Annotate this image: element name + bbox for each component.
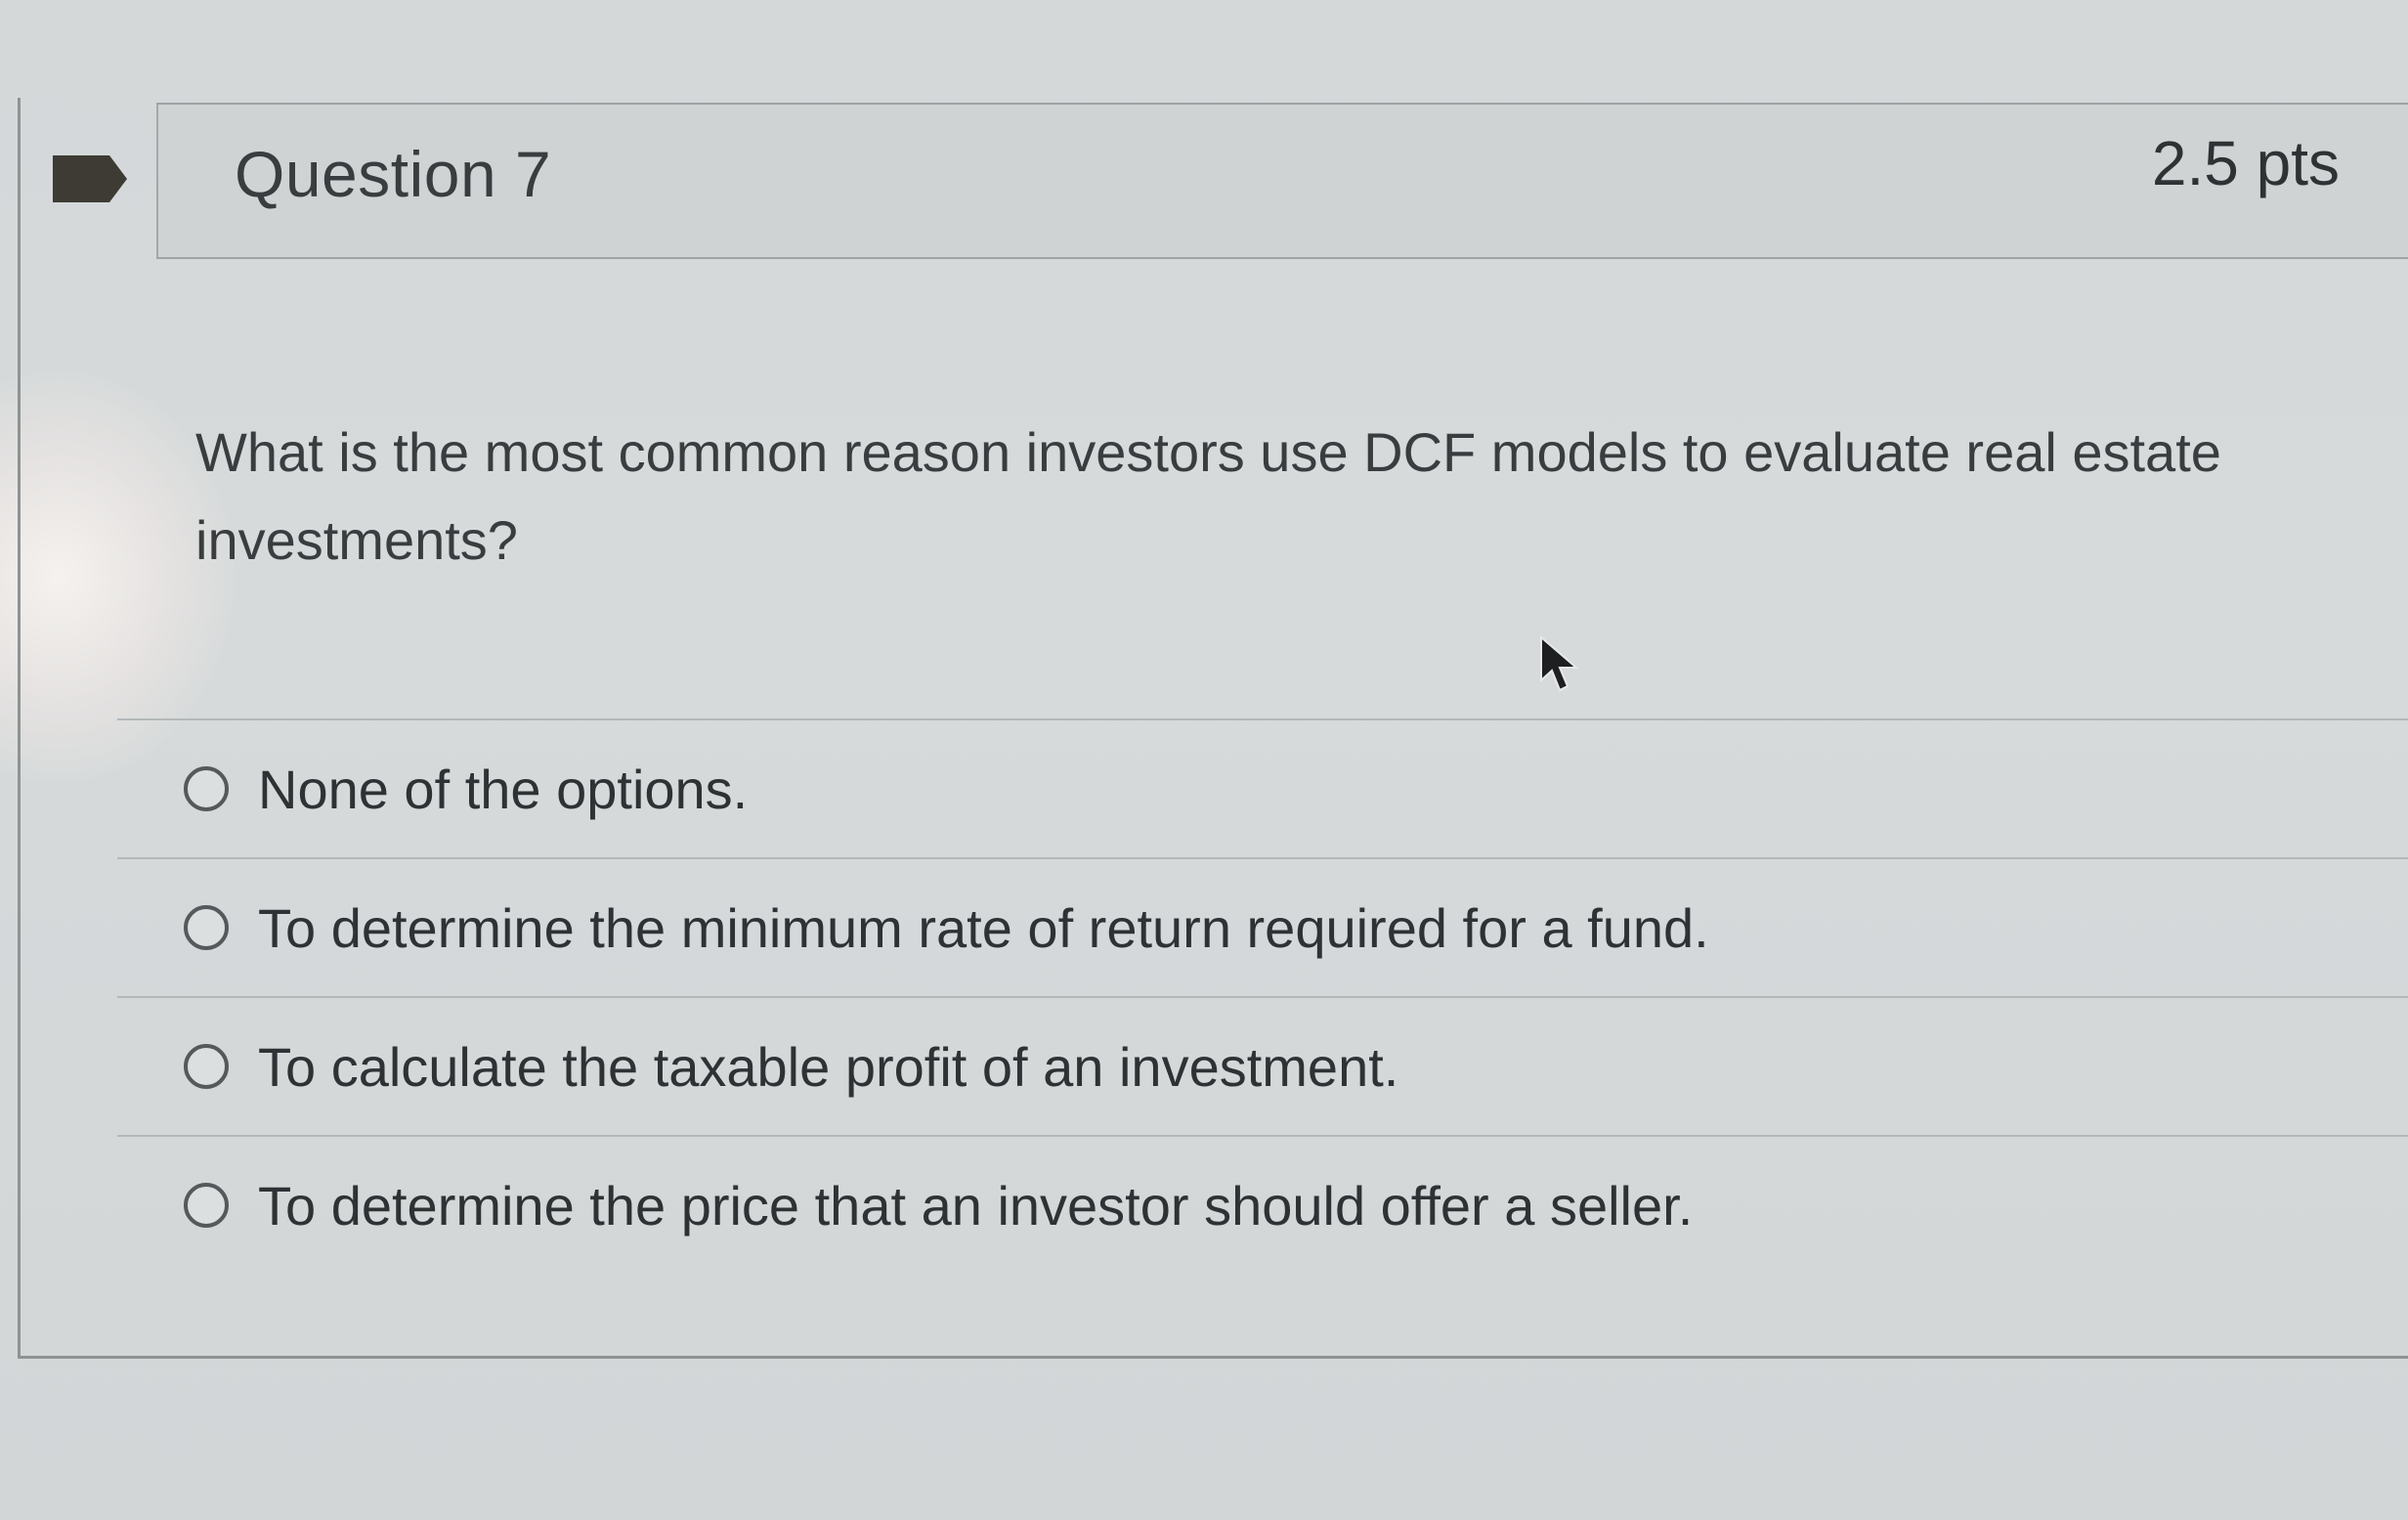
answer-label[interactable]: To determine the price that an investor … xyxy=(258,1174,1693,1238)
question-title: Question 7 xyxy=(235,138,552,210)
mouse-cursor-icon xyxy=(1540,635,1579,692)
answer-option-2[interactable]: To determine the minimum rate of return … xyxy=(117,857,2408,996)
answer-label[interactable]: To calculate the taxable profit of an in… xyxy=(258,1035,1398,1099)
answer-label[interactable]: None of the options. xyxy=(258,758,748,821)
radio-button[interactable] xyxy=(184,766,229,811)
radio-button[interactable] xyxy=(184,1044,229,1089)
flag-icon[interactable] xyxy=(53,152,127,206)
radio-button[interactable] xyxy=(184,1183,229,1228)
question-text: What is the most common reason investors… xyxy=(195,421,2221,571)
question-points: 2.5 pts xyxy=(2151,128,2340,198)
answer-list: None of the options. To determine the mi… xyxy=(117,718,2408,1274)
answer-option-1[interactable]: None of the options. xyxy=(117,718,2408,857)
answer-option-4[interactable]: To determine the price that an investor … xyxy=(117,1135,2408,1274)
answer-option-3[interactable]: To calculate the taxable profit of an in… xyxy=(117,996,2408,1135)
answer-label[interactable]: To determine the minimum rate of return … xyxy=(258,896,1709,960)
radio-button[interactable] xyxy=(184,905,229,950)
